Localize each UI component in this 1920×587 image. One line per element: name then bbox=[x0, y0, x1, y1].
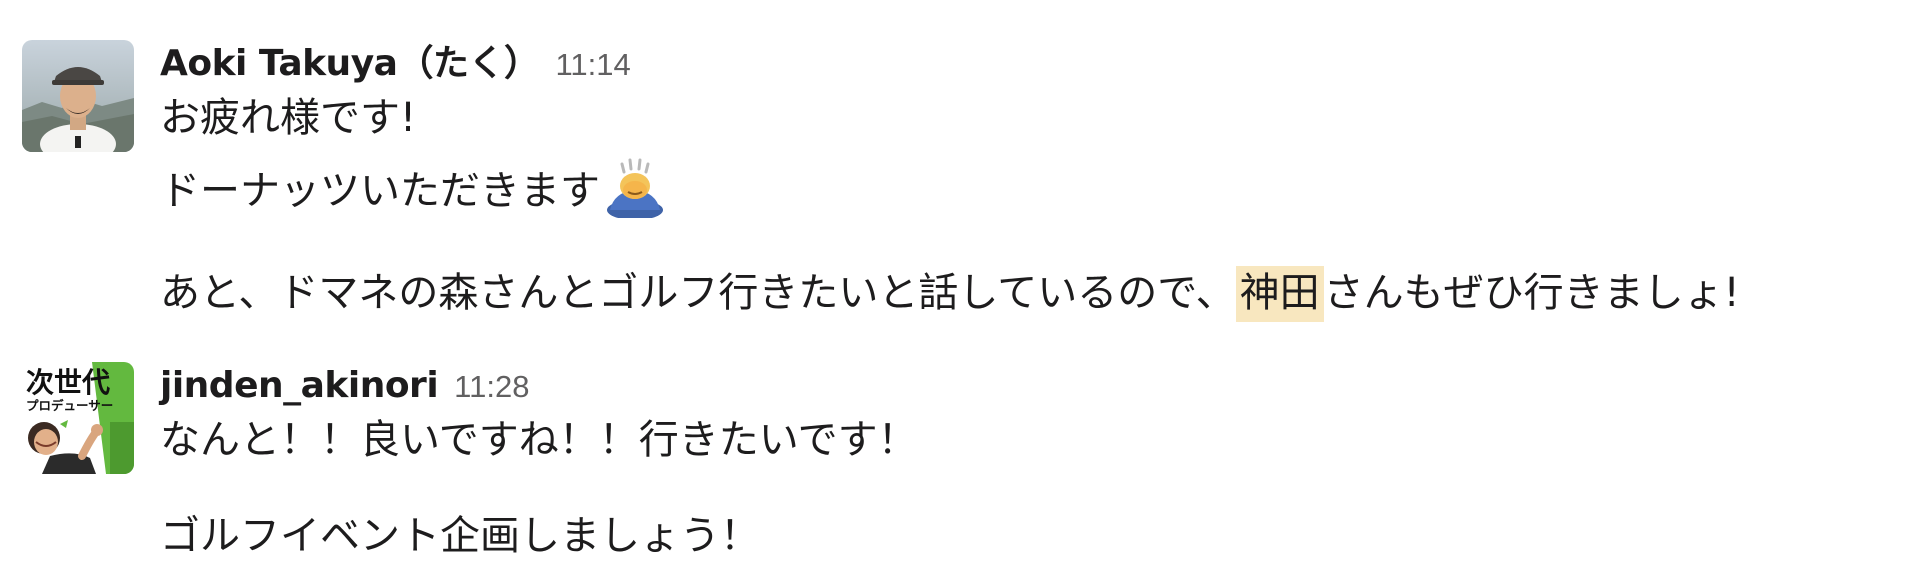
person-bowing-emoji-icon bbox=[604, 156, 666, 235]
message-text: お疲れ様です! bbox=[160, 95, 417, 141]
message-text: なんと！！良いですね！！行きたいです！ bbox=[160, 417, 918, 463]
author-name[interactable]: jinden_akinori bbox=[160, 362, 439, 410]
user-photo-icon bbox=[22, 40, 134, 152]
timestamp[interactable]: 11:28 bbox=[454, 369, 529, 405]
mention-highlight[interactable]: 神田 bbox=[1235, 266, 1324, 322]
message-text-line: ドーナッツいただきます bbox=[160, 156, 1740, 235]
message-text: さんもぜひ行きましょ! bbox=[1323, 270, 1740, 316]
user-avatar-icon: 次世代 プロデューサー bbox=[22, 362, 134, 474]
avatar[interactable] bbox=[22, 40, 134, 152]
message-item: 次世代 プロデューサー jinden_akinori 11:28 なんと！！良い… bbox=[22, 362, 918, 566]
message-text-line: あと、ドマネの森さんとゴルフ行きたいと話しているので、 神田 さんもぜひ行きましょ! bbox=[160, 263, 1740, 323]
avatar-title-text: 次世代 bbox=[26, 366, 110, 399]
message-text: ドーナッツいただきます bbox=[160, 168, 600, 214]
author-name[interactable]: Aoki Takuya（たく） bbox=[160, 40, 540, 88]
avatar-subtitle-text: プロデューサー bbox=[26, 398, 113, 413]
avatar[interactable]: 次世代 プロデューサー bbox=[22, 362, 134, 474]
message-item: Aoki Takuya（たく） 11:14 お疲れ様です! ドーナッツいただきま… bbox=[22, 40, 1740, 323]
timestamp[interactable]: 11:14 bbox=[555, 47, 630, 83]
message-text: あと、ドマネの森さんとゴルフ行きたいと話しているので、 bbox=[160, 270, 1236, 316]
message-text: ゴルフイベント企画しましょう！ bbox=[160, 513, 760, 559]
